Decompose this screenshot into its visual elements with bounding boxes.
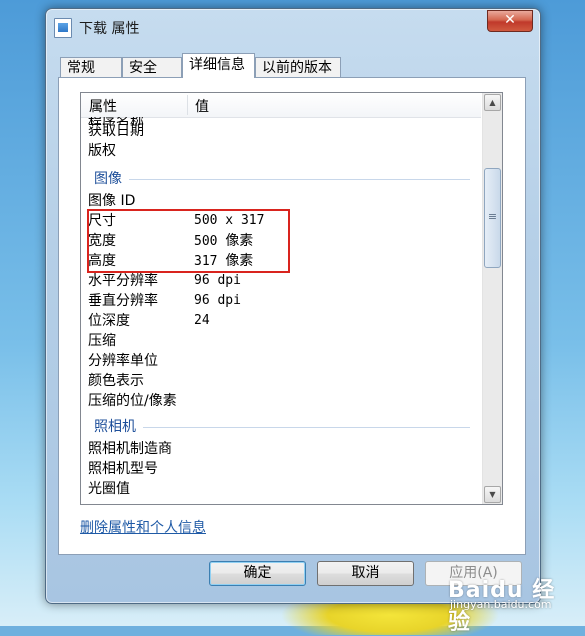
list-item-horizontal-resolution[interactable]: 水平分辨率: [88, 271, 158, 291]
remove-properties-link[interactable]: 删除属性和个人信息: [80, 517, 206, 537]
watermark-url: jingyan.baidu.com: [450, 598, 552, 611]
close-button[interactable]: ✕: [487, 10, 533, 32]
list-item-acquired-date[interactable]: 获取日期: [88, 121, 144, 141]
value-vertical-resolution: 96 dpi: [194, 293, 241, 308]
list-item-f-stop[interactable]: 光圈值: [88, 479, 130, 499]
list-item-copyright[interactable]: 版权: [88, 141, 116, 161]
list-item-compressed-bits-per-pixel[interactable]: 压缩的位/像素: [88, 391, 177, 411]
header-separator[interactable]: [187, 95, 188, 115]
tab-security[interactable]: 安全: [122, 57, 182, 77]
scroll-down-arrow-icon[interactable]: ▼: [484, 486, 501, 503]
group-divider-camera: [143, 427, 470, 428]
group-header-image: 图像: [94, 171, 122, 187]
title-bar[interactable]: 下载 属性 ✕: [46, 9, 540, 45]
group-header-camera: 照相机: [94, 419, 136, 435]
group-divider-image: [129, 179, 470, 180]
list-item-image-id[interactable]: 图像 ID: [88, 191, 135, 211]
vertical-scrollbar[interactable]: ▲ ≡ ▼: [482, 93, 502, 504]
properties-dialog: 下载 属性 ✕ 常规 安全 详细信息 以前的版本 属性 值 程序名称 获取日期 …: [45, 8, 541, 604]
list-item-vertical-resolution[interactable]: 垂直分辨率: [88, 291, 158, 311]
file-icon: [54, 18, 72, 38]
value-bit-depth: 24: [194, 313, 210, 328]
header-property[interactable]: 属性: [89, 96, 117, 116]
cancel-button[interactable]: 取消: [317, 561, 414, 586]
tab-details[interactable]: 详细信息: [182, 53, 255, 78]
property-list[interactable]: 属性 值 程序名称 获取日期 版权 图像 图像 ID 尺寸 500 x 317 …: [80, 92, 503, 505]
tab-general[interactable]: 常规: [60, 57, 122, 77]
watermark: Baidu 经验 jingyan.baidu.com: [428, 572, 578, 635]
list-item-compression[interactable]: 压缩: [88, 331, 116, 351]
ok-button[interactable]: 确定: [209, 561, 306, 586]
value-horizontal-resolution: 96 dpi: [194, 273, 241, 288]
list-item-camera-model[interactable]: 照相机型号: [88, 459, 158, 479]
scroll-up-arrow-icon[interactable]: ▲: [484, 94, 501, 111]
list-item-resolution-unit[interactable]: 分辨率单位: [88, 351, 158, 371]
tab-previous-versions[interactable]: 以前的版本: [255, 57, 341, 77]
list-item-color-representation[interactable]: 颜色表示: [88, 371, 144, 391]
header-value[interactable]: 值: [195, 96, 209, 116]
list-header: 属性 值: [81, 93, 481, 118]
scroll-thumb[interactable]: ≡: [484, 168, 501, 268]
highlight-annotation-box: [87, 209, 290, 273]
window-title: 下载 属性: [79, 21, 140, 37]
details-panel: 属性 值 程序名称 获取日期 版权 图像 图像 ID 尺寸 500 x 317 …: [58, 77, 526, 555]
list-item-bit-depth[interactable]: 位深度: [88, 311, 130, 331]
list-item-camera-maker[interactable]: 照相机制造商: [88, 439, 172, 459]
